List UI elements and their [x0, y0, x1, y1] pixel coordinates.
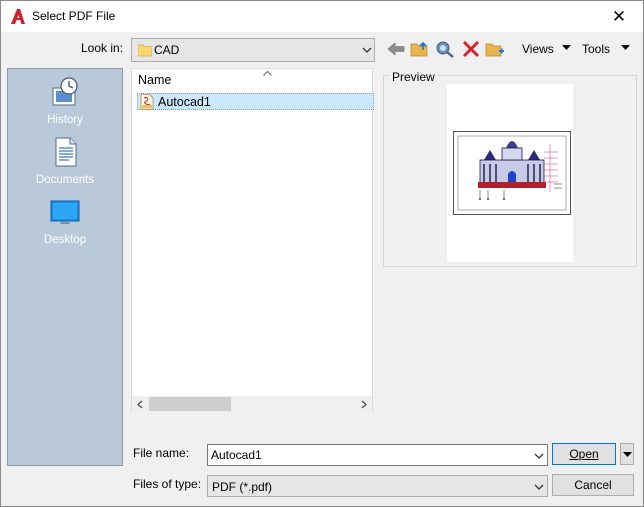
sort-ascending-icon [263, 71, 272, 76]
back-arrow-icon[interactable] [386, 40, 406, 58]
place-label: Documents [35, 174, 95, 186]
views-dropdown-arrow-icon[interactable] [562, 45, 571, 51]
preview-drawing [453, 131, 571, 215]
file-row[interactable]: Autocad1 [137, 93, 374, 110]
new-folder-icon[interactable] [485, 40, 505, 58]
search-web-icon[interactable] [435, 40, 455, 58]
file-name-field[interactable]: Autocad1 [207, 444, 548, 466]
open-options-button[interactable] [620, 443, 634, 465]
place-history[interactable]: History [8, 76, 122, 132]
cancel-button[interactable]: Cancel [552, 474, 634, 496]
building-elevation-drawing-icon [457, 135, 567, 211]
places-bar: History Documents Desktop [7, 68, 123, 466]
chevron-down-icon [534, 484, 544, 490]
autocad-logo-icon [11, 9, 25, 24]
views-menu[interactable]: Views [522, 42, 554, 56]
close-icon[interactable]: ✕ [607, 6, 631, 28]
delete-icon[interactable] [461, 40, 481, 58]
dropdown-arrow-icon [623, 452, 632, 457]
title-bar: Select PDF File ✕ [1, 1, 643, 32]
look-in-value: CAD [154, 43, 180, 57]
scroll-left-icon[interactable] [136, 400, 144, 409]
file-name: Autocad1 [158, 95, 211, 109]
chevron-down-icon [362, 47, 372, 53]
file-type-value: PDF (*.pdf) [212, 480, 273, 494]
look-in-label: Look in: [81, 41, 124, 55]
chevron-down-icon[interactable] [534, 451, 544, 461]
documents-icon [55, 137, 77, 167]
column-header-name[interactable]: Name [138, 73, 171, 87]
history-icon [52, 77, 78, 106]
place-label: Desktop [43, 234, 87, 246]
file-name-label: File name: [133, 446, 190, 460]
open-button[interactable]: Open [552, 443, 616, 465]
window-title: Select PDF File [32, 9, 116, 23]
desktop-icon [50, 200, 80, 224]
tools-dropdown-arrow-icon[interactable] [621, 45, 630, 51]
place-desktop[interactable]: Desktop [8, 196, 122, 252]
place-documents[interactable]: Documents [8, 136, 122, 192]
scroll-right-icon[interactable] [360, 400, 368, 409]
file-type-label: Files of type: [133, 477, 202, 491]
tools-menu[interactable]: Tools [582, 42, 610, 56]
look-in-combo[interactable]: CAD [131, 38, 375, 62]
open-button-label: Open [569, 447, 599, 461]
up-folder-icon[interactable] [410, 40, 430, 58]
file-type-select[interactable]: PDF (*.pdf) [207, 475, 548, 497]
folder-icon [138, 44, 152, 57]
file-name-value: Autocad1 [211, 448, 262, 462]
preview-label: Preview [390, 70, 437, 84]
horizontal-scrollbar[interactable] [132, 396, 372, 413]
pdf-file-icon [140, 94, 154, 110]
file-list[interactable]: Name Autocad1 [131, 68, 374, 413]
select-pdf-dialog: Select PDF File ✕ Look in: CAD Views Too… [0, 0, 644, 507]
place-label: History [47, 114, 83, 126]
scrollbar-thumb[interactable] [149, 397, 231, 411]
